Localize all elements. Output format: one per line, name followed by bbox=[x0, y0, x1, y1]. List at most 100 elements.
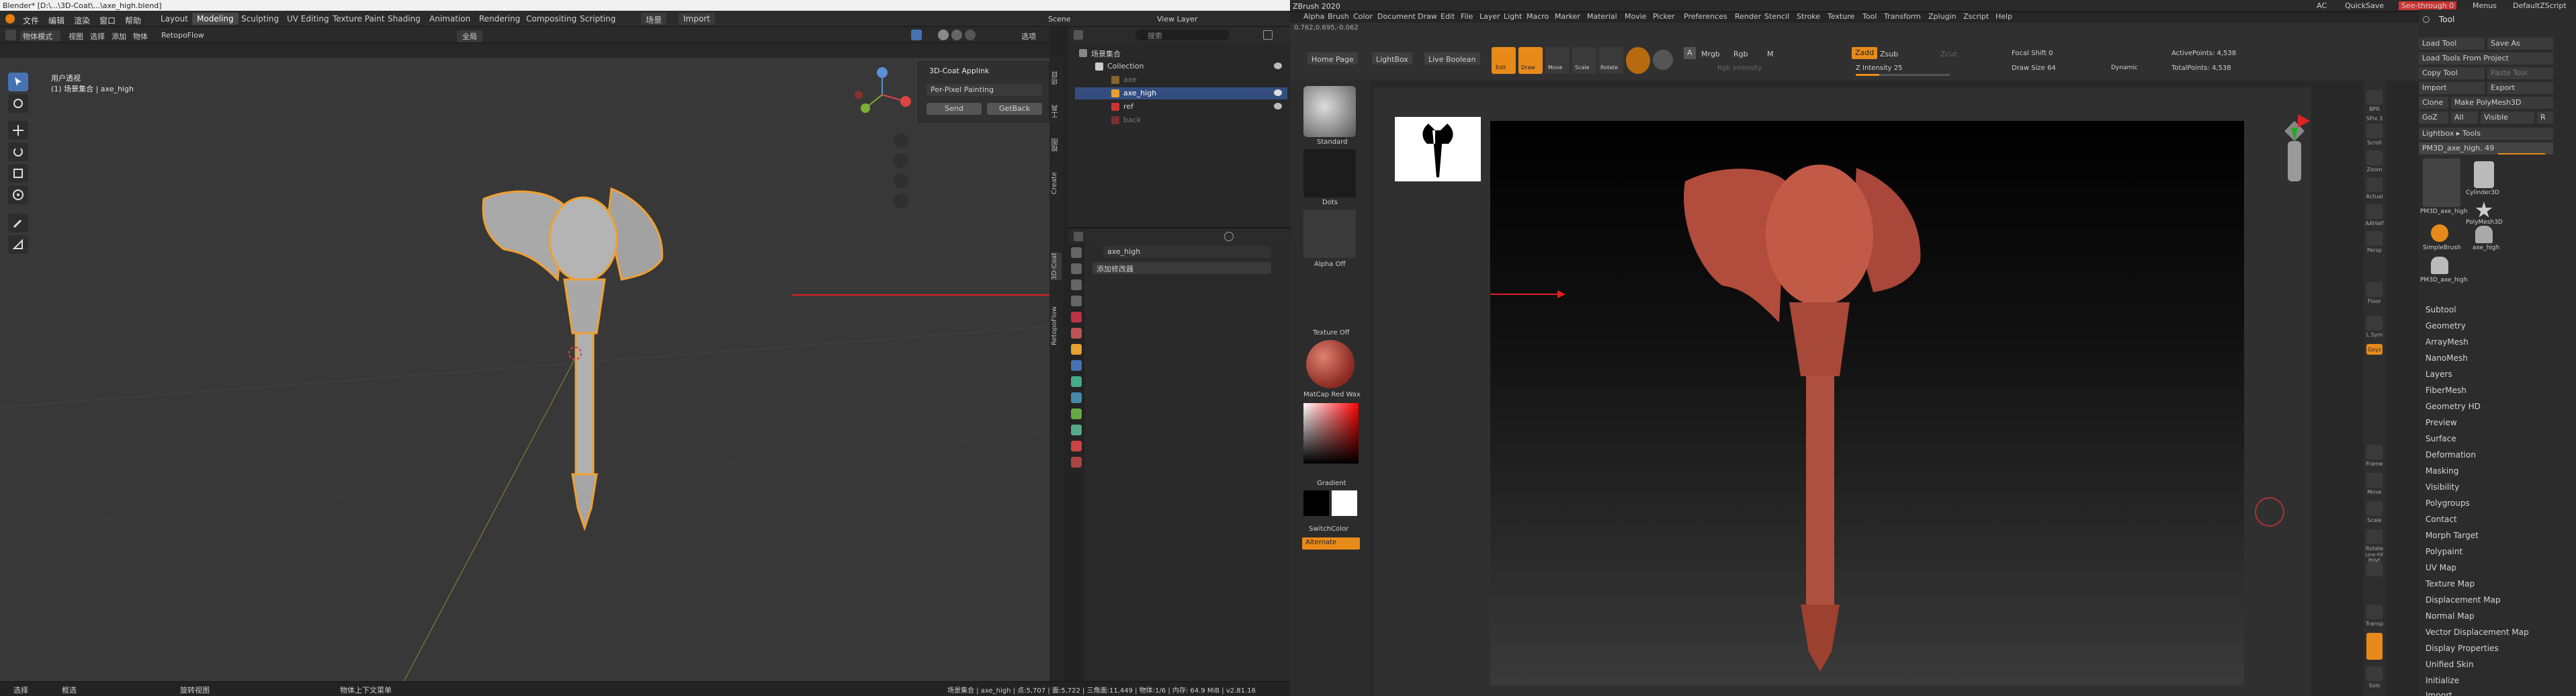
pan-hand-icon[interactable] bbox=[894, 153, 908, 168]
blender-logo-icon[interactable] bbox=[5, 14, 15, 24]
constraints-props-icon[interactable] bbox=[1071, 408, 1082, 419]
lightbox-tools-button[interactable]: Lightbox ▸ Tools bbox=[2419, 128, 2553, 140]
load-tool-button[interactable]: Load Tool bbox=[2419, 38, 2485, 50]
subpalette-geometry[interactable]: Geometry bbox=[2425, 321, 2466, 331]
a-toggle[interactable]: A bbox=[1684, 47, 1696, 59]
menu-help[interactable]: 帮助 bbox=[125, 15, 141, 26]
render-props-icon[interactable] bbox=[1071, 263, 1082, 274]
zmenu-light[interactable]: Light bbox=[1504, 12, 1522, 21]
edit-mode-button[interactable]: Edit bbox=[1492, 47, 1516, 74]
zmenu-zscript[interactable]: Zscript bbox=[1963, 12, 1989, 21]
grid-view-icon[interactable] bbox=[894, 193, 908, 208]
goz-all-button[interactable]: All bbox=[2451, 112, 2478, 124]
transp-icon[interactable] bbox=[2366, 605, 2382, 619]
zadd-toggle[interactable]: Zadd bbox=[1852, 47, 1878, 59]
camera-icon[interactable] bbox=[894, 173, 908, 188]
sidebar-tab-3dcoat[interactable]: 3D-Coat bbox=[1051, 253, 1062, 280]
outliner-row[interactable]: back bbox=[1075, 114, 1287, 126]
standard-brush-icon[interactable] bbox=[1303, 86, 1356, 137]
eye-icon[interactable] bbox=[1274, 103, 1282, 110]
zmenu-color[interactable]: Color bbox=[1353, 12, 1373, 21]
output-props-icon[interactable] bbox=[1071, 279, 1082, 290]
outliner-row[interactable]: Collection bbox=[1075, 60, 1287, 73]
shading-rendered-icon[interactable] bbox=[965, 30, 976, 40]
scale-tool[interactable] bbox=[8, 164, 28, 183]
color-picker[interactable] bbox=[1303, 403, 1359, 464]
modifier-props-icon[interactable] bbox=[1071, 360, 1082, 371]
draw-mode-button[interactable]: Draw bbox=[1518, 47, 1543, 74]
tab-rendering[interactable]: Rendering bbox=[474, 13, 525, 25]
coat-send-button[interactable]: Send bbox=[927, 103, 982, 115]
subpalette-arraymesh[interactable]: ArrayMesh bbox=[2425, 337, 2468, 347]
sidebar-tab-create[interactable]: Create bbox=[1051, 172, 1062, 194]
world-props-icon[interactable] bbox=[1071, 328, 1082, 339]
select-box-tool[interactable] bbox=[8, 73, 28, 91]
outliner-search[interactable]: 搜索 bbox=[1135, 30, 1230, 40]
axe-model-zbrush[interactable] bbox=[1684, 165, 1921, 672]
outliner-row-selected[interactable]: axe_high bbox=[1075, 87, 1287, 99]
quicksave-button[interactable]: QuickSave bbox=[2345, 1, 2384, 10]
navigation-gizmo[interactable] bbox=[852, 64, 912, 125]
zmenu-edit[interactable]: Edit bbox=[1441, 12, 1455, 21]
clone-button[interactable]: Clone bbox=[2419, 97, 2448, 109]
scroll-icon[interactable] bbox=[2366, 124, 2382, 138]
import-button[interactable]: Import bbox=[679, 13, 715, 25]
menu-window[interactable]: 窗口 bbox=[99, 15, 116, 26]
orientation-dropdown[interactable]: 全局 bbox=[457, 30, 482, 42]
coat-mode-dropdown[interactable]: Per-Pixel Painting bbox=[927, 84, 1042, 96]
physics-props-icon[interactable] bbox=[1071, 392, 1082, 403]
annotate-tool[interactable] bbox=[8, 214, 28, 232]
eye-icon[interactable] bbox=[1274, 62, 1282, 69]
main-color-swatch[interactable] bbox=[1303, 490, 1329, 516]
cylinder3d-icon[interactable] bbox=[2474, 161, 2494, 188]
make-polymesh3d-button[interactable]: Make PolyMesh3D bbox=[2451, 97, 2553, 109]
zmenu-draw[interactable]: Draw bbox=[1418, 12, 1437, 21]
scene-props-icon[interactable] bbox=[1071, 312, 1082, 322]
editor-type-icon[interactable] bbox=[5, 30, 16, 40]
move-mode-button[interactable]: Move bbox=[1545, 47, 1570, 74]
zmenu-brush[interactable]: Brush bbox=[1328, 12, 1349, 21]
view-layer-selector[interactable]: View Layer bbox=[1157, 15, 1197, 24]
palette-dock-icon[interactable] bbox=[2423, 16, 2430, 23]
alpha-off-icon[interactable] bbox=[1303, 210, 1356, 258]
subpalette-masking[interactable]: Masking bbox=[2425, 466, 2458, 476]
tab-texture-paint[interactable]: Texture Paint bbox=[328, 13, 389, 25]
ac-button[interactable]: AC bbox=[2317, 1, 2327, 10]
zmenu-transform[interactable]: Transform bbox=[1884, 12, 1921, 21]
load-tools-from-project-button[interactable]: Load Tools From Project bbox=[2419, 52, 2553, 64]
subpalette-preview[interactable]: Preview bbox=[2425, 418, 2457, 427]
subpalette-subtool[interactable]: Subtool bbox=[2425, 305, 2456, 314]
material-props-icon[interactable] bbox=[1071, 441, 1082, 451]
subpalette-polygroups[interactable]: Polygroups bbox=[2425, 498, 2470, 508]
zmenu-marker[interactable]: Marker bbox=[1555, 12, 1580, 21]
zmenu-macro[interactable]: Macro bbox=[1527, 12, 1549, 21]
retopoflow-menu[interactable]: RetopoFlow bbox=[161, 31, 204, 40]
rgb-toggle[interactable]: Rgb bbox=[1733, 50, 1748, 58]
rotate-icon[interactable] bbox=[2366, 529, 2382, 544]
zmenu-tool[interactable]: Tool bbox=[1862, 12, 1877, 21]
subpalette-deformation[interactable]: Deformation bbox=[2425, 450, 2476, 460]
goz-button[interactable]: GoZ bbox=[2419, 112, 2448, 124]
tab-sculpting[interactable]: Sculpting bbox=[237, 13, 284, 25]
lightbox-tab[interactable]: LightBox bbox=[1372, 52, 1412, 64]
rotate-tool[interactable] bbox=[8, 142, 28, 161]
zmenu-alpha[interactable]: Alpha bbox=[1303, 12, 1324, 21]
tab-shading[interactable]: Shading bbox=[383, 13, 425, 25]
subpalette-fibermesh[interactable]: FiberMesh bbox=[2425, 386, 2466, 395]
subpalette-import[interactable]: Import bbox=[2425, 691, 2452, 696]
solo-icon[interactable] bbox=[2366, 666, 2382, 681]
switch-color-button[interactable]: SwitchColor bbox=[1309, 525, 1348, 533]
rotate-mode-button[interactable]: Rotate bbox=[1599, 47, 1623, 74]
subpalette-polypaint[interactable]: Polypaint bbox=[2425, 547, 2462, 556]
tab-modeling[interactable]: Modeling bbox=[192, 13, 239, 25]
scale-mode-button[interactable]: Scale bbox=[1572, 47, 1596, 74]
viewport-menu-select[interactable]: 选择 bbox=[90, 31, 105, 42]
shading-solid-icon[interactable] bbox=[938, 30, 949, 40]
texture-props-icon[interactable] bbox=[1071, 457, 1082, 468]
tool-props-icon[interactable] bbox=[1071, 247, 1082, 258]
sidebar-tab-retopoflow[interactable]: RetopoFlow bbox=[1051, 306, 1062, 345]
floor-icon[interactable] bbox=[2366, 282, 2382, 297]
tab-scripting[interactable]: Scripting bbox=[575, 13, 620, 25]
view-layer-props-icon[interactable] bbox=[1071, 296, 1082, 306]
subpalette-normal-map[interactable]: Normal Map bbox=[2425, 611, 2475, 621]
